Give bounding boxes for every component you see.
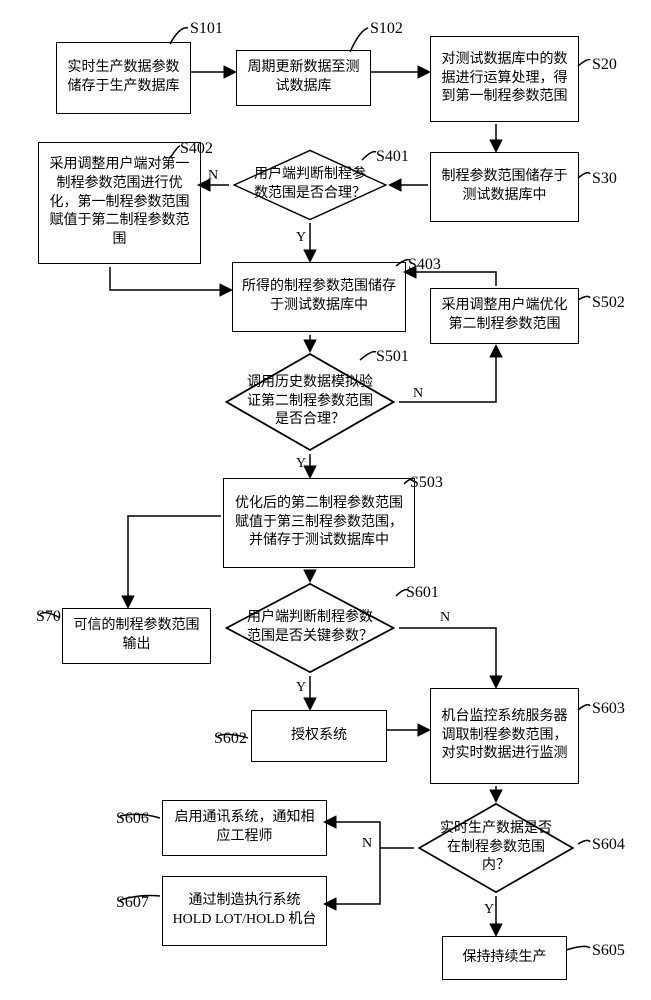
- node-text: 调用历史数据模拟验证第二制程参数范围是否合理？: [223, 374, 397, 431]
- label-s606: S606: [116, 810, 149, 828]
- edge-label-n: N: [413, 386, 423, 402]
- node-text: 对测试数据库中的数据进行运算处理，得到第一制程参数范围: [439, 51, 570, 108]
- label-s501: S501: [376, 348, 409, 366]
- node-text: 授权系统: [291, 727, 347, 746]
- node-s607: 通过制造执行系统HOLD LOT/HOLD 机台: [162, 876, 327, 946]
- edge-label-y: Y: [484, 902, 494, 918]
- node-text: 可信的制程参数范围输出: [71, 617, 202, 655]
- node-text: 通过制造执行系统HOLD LOT/HOLD 机台: [171, 892, 318, 930]
- label-s602: S602: [214, 730, 247, 748]
- node-text: 机台监控系统服务器调取制程参数范围，对实时数据进行监测: [439, 708, 570, 765]
- node-s605: 保持持续生产: [442, 936, 567, 980]
- node-text: 启用通讯系统，通知相应工程师: [171, 809, 318, 847]
- node-text: 所得的制程参数范围储存于测试数据库中: [241, 278, 397, 316]
- label-s401: S401: [376, 148, 409, 166]
- node-s501: 调用历史数据模拟验证第二制程参数范围是否合理？: [223, 352, 397, 452]
- label-s70: S70: [36, 608, 61, 626]
- node-s101: 实时生产数据参数储存于生产数据库: [56, 42, 191, 114]
- edge-label-n: N: [362, 836, 372, 852]
- node-text: 采用调整用户端对第一制程参数范围进行优化，第一制程参数范围赋值于第二制程参数范围: [47, 156, 192, 250]
- node-s402: 采用调整用户端对第一制程参数范围进行优化，第一制程参数范围赋值于第二制程参数范围: [38, 142, 201, 264]
- label-s502: S502: [592, 294, 625, 312]
- edge-label-y: Y: [296, 680, 306, 696]
- label-s30: S30: [592, 170, 617, 188]
- label-s403: S403: [408, 256, 441, 274]
- edge-label-n: N: [208, 168, 218, 184]
- node-s502: 采用调整用户端优化第二制程参数范围: [430, 288, 579, 344]
- label-s604: S604: [592, 836, 625, 854]
- edge-label-y: Y: [296, 230, 306, 246]
- edge-label-y: Y: [296, 456, 306, 472]
- node-s401: 用户端判断制程参数范围是否合理？: [231, 149, 389, 221]
- label-s101: S101: [190, 20, 223, 38]
- node-s70: 可信的制程参数范围输出: [62, 608, 211, 664]
- node-text: 实时生产数据是否在制程参数范围内？: [416, 820, 576, 877]
- node-text: 采用调整用户端优化第二制程参数范围: [439, 297, 570, 335]
- node-s20: 对测试数据库中的数据进行运算处理，得到第一制程参数范围: [430, 36, 579, 122]
- node-text: 用户端判断制程参数范围是否关键参数？: [223, 609, 397, 647]
- node-s602: 授权系统: [251, 710, 387, 762]
- node-text: 制程参数范围储存于测试数据库中: [439, 168, 570, 206]
- label-s402: S402: [180, 140, 213, 158]
- label-s601: S601: [406, 584, 439, 602]
- node-text: 用户端判断制程参数范围是否合理？: [231, 166, 389, 204]
- label-s102: S102: [370, 20, 403, 38]
- label-s20: S20: [592, 56, 617, 74]
- node-s604: 实时生产数据是否在制程参数范围内？: [416, 802, 576, 894]
- node-s30: 制程参数范围储存于测试数据库中: [430, 152, 579, 222]
- node-text: 实时生产数据参数储存于生产数据库: [65, 59, 182, 97]
- label-s503: S503: [410, 474, 443, 492]
- node-s603: 机台监控系统服务器调取制程参数范围，对实时数据进行监测: [430, 688, 579, 784]
- node-s403: 所得的制程参数范围储存于测试数据库中: [232, 262, 406, 332]
- node-s606: 启用通讯系统，通知相应工程师: [162, 800, 327, 856]
- edge-label-n: N: [440, 610, 450, 626]
- node-text: 周期更新数据至测试数据库: [245, 59, 362, 97]
- label-s603: S603: [592, 700, 625, 718]
- node-s601: 用户端判断制程参数范围是否关键参数？: [223, 582, 397, 674]
- node-s503: 优化后的第二制程参数范围赋值于第三制程参数范围，并储存于测试数据库中: [223, 478, 415, 568]
- node-text: 保持持续生产: [463, 949, 547, 968]
- label-s607: S607: [116, 894, 149, 912]
- node-s102: 周期更新数据至测试数据库: [236, 50, 371, 106]
- label-s605: S605: [592, 942, 625, 960]
- node-text: 优化后的第二制程参数范围赋值于第三制程参数范围，并储存于测试数据库中: [232, 495, 406, 552]
